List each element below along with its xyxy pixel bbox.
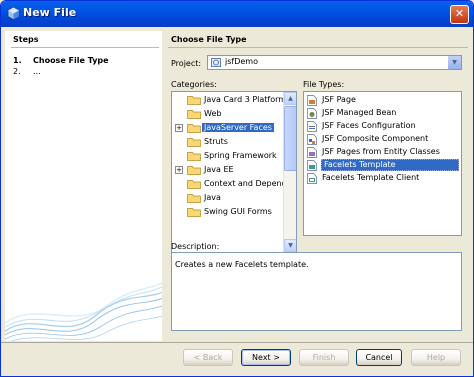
- section-title: Choose File Type: [171, 35, 247, 44]
- tree-item-javaserver-faces[interactable]: + JavaServer Faces: [172, 121, 284, 135]
- folder-icon: [187, 138, 201, 147]
- list-item-facelets-template[interactable]: Facelets Template: [304, 159, 461, 172]
- steps-panel: Steps 1. Choose File Type 2....: [5, 31, 162, 341]
- tree-item-label: JavaServer Faces: [202, 123, 274, 132]
- button-bar-divider: [1, 342, 473, 343]
- step-number: 1.: [13, 56, 22, 65]
- project-value: jsfDemo: [225, 57, 258, 66]
- list-item-label: JSF Managed Bean: [322, 108, 397, 117]
- folder-icon: [187, 124, 201, 133]
- project-dropdown[interactable]: jsfDemo ▼: [207, 55, 462, 70]
- entity-pages-icon: [307, 147, 317, 158]
- window-title: New File: [23, 6, 77, 19]
- file-types-label: File Types:: [303, 80, 345, 89]
- step-item-next: 2....: [13, 67, 41, 76]
- help-button[interactable]: Help: [411, 349, 461, 366]
- back-button[interactable]: < Back: [183, 349, 233, 366]
- jsf-page-icon: [307, 95, 317, 106]
- next-button[interactable]: Next >: [241, 349, 291, 366]
- list-item-jsf-faces-configuration[interactable]: JSF Faces Configuration: [304, 120, 461, 133]
- steps-divider: [11, 47, 159, 48]
- tree-item-label: Struts: [204, 137, 228, 146]
- expand-icon[interactable]: +: [175, 166, 183, 174]
- folder-icon: [187, 96, 201, 105]
- tree-item-label: Web: [204, 109, 222, 118]
- new-file-dialog: New File ✕ Steps 1. Choose File Type 2...…: [0, 0, 474, 377]
- step-label: Choose File Type: [33, 56, 109, 65]
- close-button[interactable]: ✕: [450, 5, 469, 24]
- finish-button[interactable]: Finish: [299, 349, 349, 366]
- tree-item-label: Java EE: [204, 165, 234, 174]
- tree-item-java-card[interactable]: Java Card 3 Platform: [172, 93, 287, 107]
- list-item-jsf-managed-bean[interactable]: JSF Managed Bean: [304, 107, 461, 120]
- tree-item-java-ee[interactable]: + Java EE: [172, 163, 284, 177]
- description-text: Creates a new Facelets template.: [175, 260, 309, 269]
- decorative-waves-image: [5, 281, 162, 341]
- chevron-down-icon[interactable]: ▼: [447, 56, 461, 69]
- list-item-jsf-page[interactable]: JSF Page: [304, 94, 461, 107]
- list-item-label: JSF Page: [322, 95, 356, 104]
- tree-item-struts[interactable]: Struts: [172, 135, 284, 149]
- expand-icon[interactable]: +: [175, 124, 183, 132]
- folder-icon: [187, 110, 201, 119]
- tree-item-context-dependency-injection[interactable]: Context and Dependency Injection: [172, 177, 296, 191]
- list-item-label: JSF Composite Component: [322, 134, 429, 143]
- tree-item-swing-gui-forms[interactable]: Swing GUI Forms: [172, 205, 284, 219]
- categories-vertical-scrollbar[interactable]: ▲ ▼: [283, 92, 296, 252]
- tree-item-spring-framework[interactable]: Spring Framework: [172, 149, 284, 163]
- categories-tree[interactable]: Java Card 3 Platform Web + JavaServer Fa…: [171, 91, 297, 266]
- step-item-choose-file-type: 1. Choose File Type: [13, 56, 109, 65]
- main-content: Choose File Type Project: jsfDemo ▼ Cate…: [166, 31, 471, 341]
- folder-icon: [187, 180, 201, 189]
- facelets-template-icon: [307, 160, 317, 171]
- facelets-client-icon: [307, 173, 317, 184]
- netbeans-cube-icon: [7, 7, 20, 20]
- list-item-facelets-template-client[interactable]: Facelets Template Client: [304, 172, 461, 185]
- title-bar[interactable]: New File ✕: [1, 1, 473, 27]
- project-label: Project:: [171, 59, 202, 68]
- folder-icon: [187, 152, 201, 161]
- project-icon: [211, 58, 221, 67]
- list-item-jsf-pages-from-entity-classes[interactable]: JSF Pages from Entity Classes: [304, 146, 461, 159]
- description-label: Description:: [171, 242, 220, 251]
- tree-item-label: Java Card 3 Platform: [204, 95, 287, 104]
- description-box: Creates a new Facelets template.: [171, 252, 462, 331]
- list-item-label: JSF Pages from Entity Classes: [322, 147, 440, 156]
- steps-heading: Steps: [13, 35, 39, 44]
- tree-item-java[interactable]: Java: [172, 191, 284, 205]
- list-item-label: JSF Faces Configuration: [322, 121, 416, 130]
- close-icon: ✕: [454, 7, 465, 20]
- tree-item-label: Swing GUI Forms: [204, 207, 272, 216]
- folder-icon: [187, 208, 201, 217]
- step-number: 2.: [13, 67, 21, 76]
- scroll-thumb[interactable]: [284, 106, 296, 171]
- categories-label: Categories:: [171, 80, 217, 89]
- component-icon: [307, 134, 317, 145]
- list-item-label: Facelets Template Client: [322, 173, 420, 182]
- list-item-jsf-composite-component[interactable]: JSF Composite Component: [304, 133, 461, 146]
- tree-item-web[interactable]: Web: [172, 107, 284, 121]
- scroll-up-icon[interactable]: ▲: [284, 92, 296, 105]
- config-icon: [307, 121, 317, 132]
- folder-icon: [187, 194, 201, 203]
- bean-icon: [307, 108, 317, 119]
- tree-item-label: Java: [204, 193, 221, 202]
- step-label: ...: [33, 67, 41, 76]
- section-divider: [168, 47, 468, 48]
- folder-icon: [187, 166, 201, 175]
- tree-item-label: Spring Framework: [204, 151, 277, 160]
- cancel-button[interactable]: Cancel: [356, 349, 402, 366]
- list-item-label: Facelets Template: [321, 159, 459, 171]
- scroll-down-icon[interactable]: ▼: [284, 239, 296, 252]
- file-types-list[interactable]: JSF Page JSF Managed Bean JSF Faces Conf…: [303, 91, 462, 236]
